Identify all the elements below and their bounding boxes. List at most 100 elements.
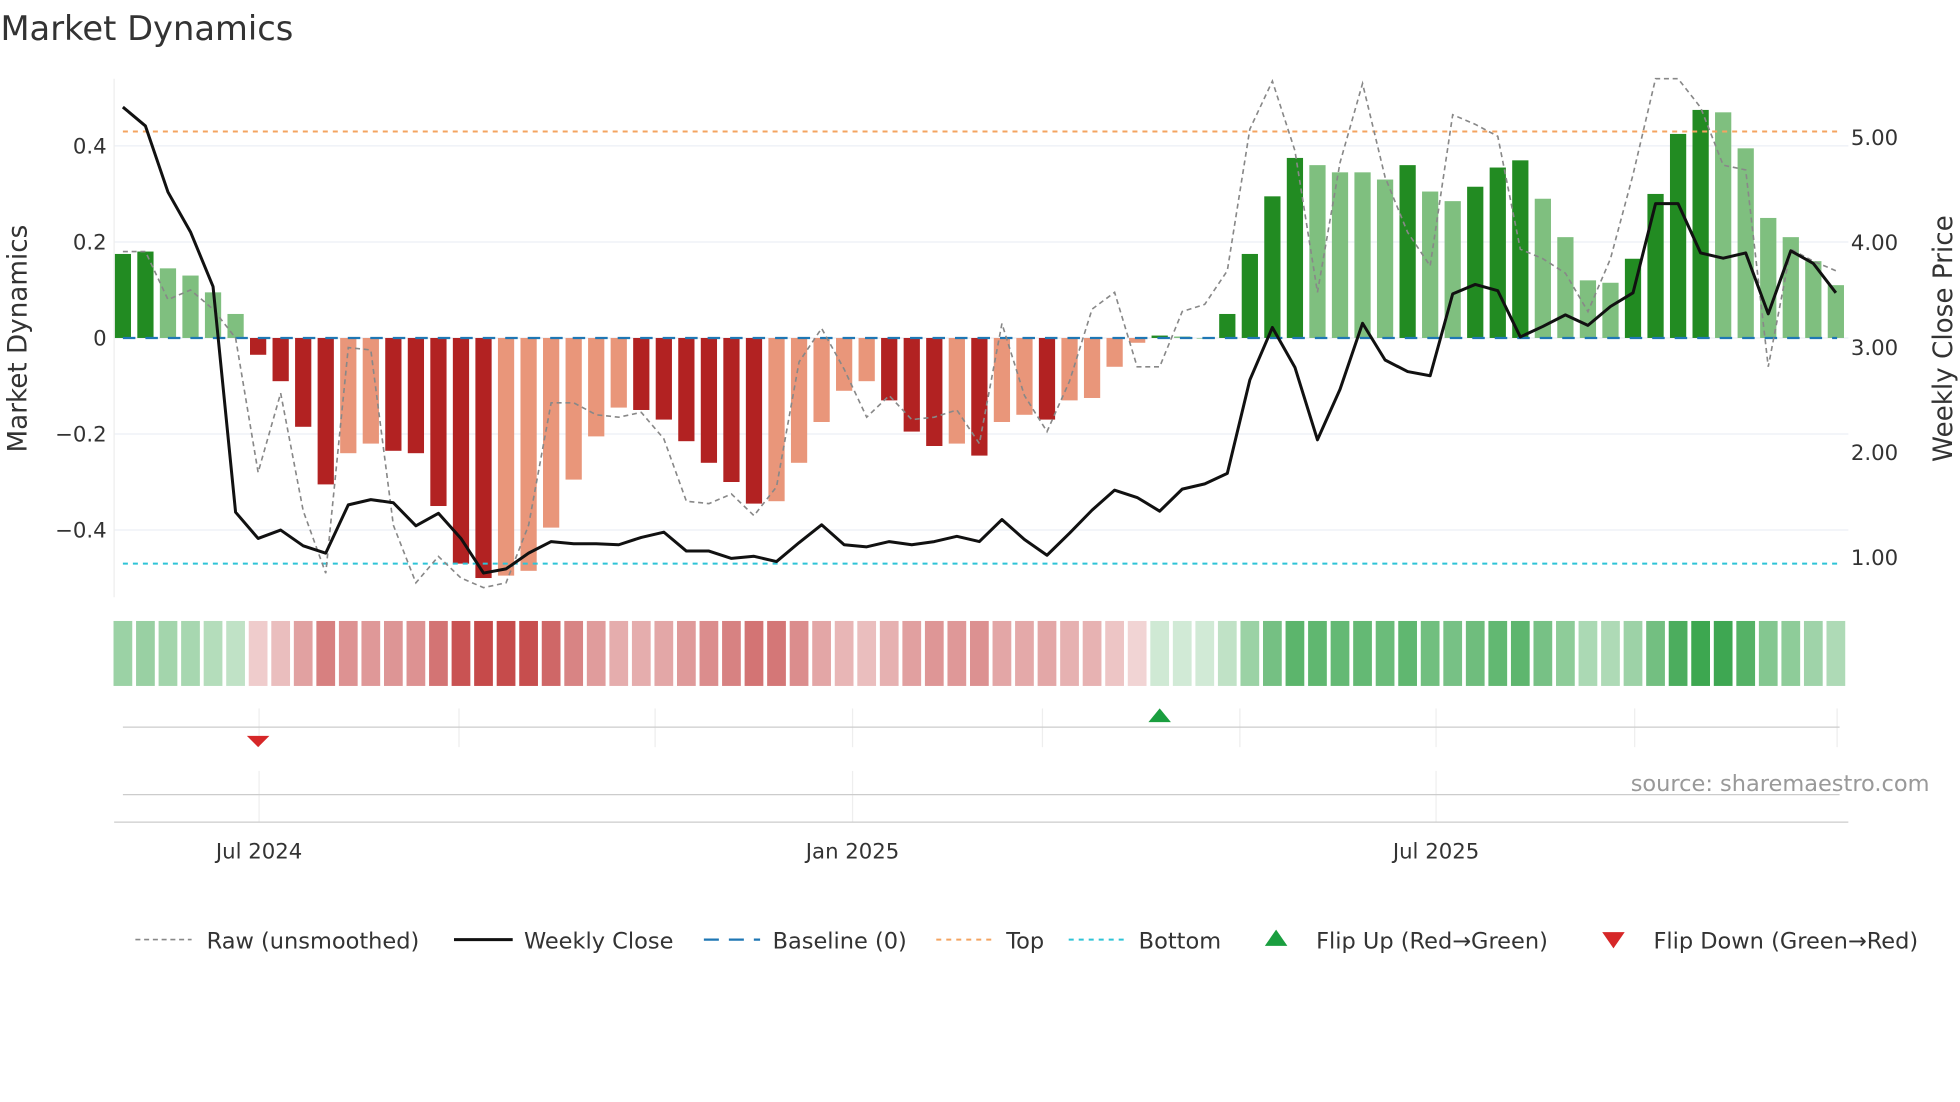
heatmap-cell — [699, 620, 719, 686]
y-tick-label: 0.4 — [73, 134, 107, 159]
heatmap-cell — [1105, 620, 1124, 686]
heatmap-cell — [474, 620, 493, 686]
heatmap-cell — [789, 620, 809, 686]
bar — [317, 337, 334, 485]
heatmap-cell — [1285, 620, 1305, 686]
bar — [1286, 157, 1304, 338]
heatmap-cell — [586, 620, 606, 686]
y2-axis-label: Weekly Close Price — [1929, 215, 1959, 462]
heatmap-cell — [203, 620, 223, 686]
bar — [182, 275, 199, 338]
heatmap-cell — [1668, 620, 1688, 686]
legend-label: Baseline (0) — [773, 928, 907, 954]
flip-up-marker — [1148, 708, 1171, 723]
heatmap-cell — [1037, 620, 1057, 686]
heatmap-cell — [1150, 620, 1170, 686]
y-tick-label: −0.2 — [55, 422, 107, 447]
heatmap-cell — [1443, 620, 1463, 686]
market-dynamics-chart: Market Dynamics 0.4 0.2 0 −0.2 −0.4 5.00 4.00 3… — [0, 9, 1959, 954]
y2-tick-label: 3.00 — [1851, 336, 1898, 361]
heatmap-cell — [857, 620, 877, 686]
heatmap-cell — [519, 620, 538, 686]
bar — [1579, 280, 1597, 338]
heatmap-cell — [293, 620, 313, 686]
bar — [1354, 172, 1371, 338]
heatmap-cell — [992, 620, 1012, 686]
bars — [114, 109, 1844, 579]
heatmap-cell — [316, 620, 336, 686]
heatmap-cell — [564, 620, 584, 686]
legend-label: Flip Down (Green→Red) — [1653, 928, 1918, 954]
heatmap-cell — [902, 620, 922, 686]
bar — [407, 337, 425, 454]
heatmap-cell — [1330, 620, 1350, 686]
heatmap-cell — [1826, 620, 1846, 686]
heatmap-cell — [1172, 620, 1192, 686]
heatmap-cell — [383, 620, 403, 686]
heatmap-cell — [113, 620, 133, 686]
heatmap-cell — [361, 620, 381, 686]
heatmap-cell — [970, 620, 989, 686]
raw-line — [122, 77, 1837, 589]
heatmap-cell — [1263, 620, 1282, 686]
heatmap-cell — [271, 620, 291, 686]
legend: Raw (unsmoothed) Weekly Close Baseline (0)… — [135, 928, 1918, 954]
bar — [678, 337, 695, 442]
heatmap-cell — [1510, 620, 1530, 686]
y-tick-label: 0.2 — [73, 230, 107, 255]
heatmap-cell — [1217, 620, 1237, 686]
heatmap-cell — [1240, 620, 1260, 686]
heatmap-cell — [1781, 620, 1801, 686]
heatmap-cell — [338, 620, 358, 686]
heatmap-cell — [1533, 620, 1553, 686]
bar — [295, 337, 312, 427]
heatmap-cell — [654, 620, 674, 686]
bar — [452, 337, 470, 564]
heatmap-cell — [1646, 620, 1665, 686]
bar — [700, 337, 718, 463]
bar — [610, 337, 627, 408]
legend-label: Bottom — [1139, 928, 1221, 954]
heatmap-cell — [1353, 620, 1372, 686]
bar — [1061, 337, 1078, 401]
source-label: source: sharemaestro.com — [1631, 771, 1930, 797]
bar — [903, 337, 920, 432]
heatmap-cell — [676, 620, 696, 686]
heatmap-cell — [181, 620, 200, 686]
bar — [655, 337, 672, 420]
heatmap-cell — [1420, 620, 1440, 686]
bar — [1106, 337, 1123, 367]
bar — [948, 337, 965, 444]
bar — [633, 337, 650, 410]
bar — [272, 337, 289, 382]
bar — [1557, 237, 1574, 338]
heatmap-cell — [631, 620, 651, 686]
heatmap-cell — [1736, 620, 1756, 686]
heatmap-cell — [924, 620, 944, 686]
chart-title: Market Dynamics — [0, 9, 293, 48]
bar — [159, 268, 177, 338]
heatmap-cell — [834, 620, 854, 686]
bar — [385, 337, 402, 451]
x-tick-label: Jul 2024 — [214, 839, 302, 864]
bar — [836, 337, 853, 391]
bar — [971, 337, 988, 456]
legend-label: Raw (unsmoothed) — [207, 928, 420, 954]
legend-label: Top — [1005, 928, 1044, 954]
heatmap-cell — [812, 620, 831, 686]
bar — [881, 337, 898, 401]
bar — [227, 313, 244, 338]
heatmap-cell — [1082, 620, 1102, 686]
bar — [1760, 217, 1777, 338]
heatmap-cell — [947, 620, 967, 686]
heatmap-cell — [1488, 620, 1508, 686]
x-tick-label: Jan 2025 — [804, 839, 900, 864]
heatmap-cell — [1556, 620, 1575, 686]
bar — [475, 337, 492, 579]
bar — [1083, 337, 1101, 398]
bar — [1715, 112, 1732, 338]
y-tick-label: 0 — [93, 326, 107, 351]
legend-label: Flip Up (Red→Green) — [1316, 928, 1548, 954]
heatmap-cell — [1623, 620, 1643, 686]
heatmap-cell — [406, 620, 426, 686]
